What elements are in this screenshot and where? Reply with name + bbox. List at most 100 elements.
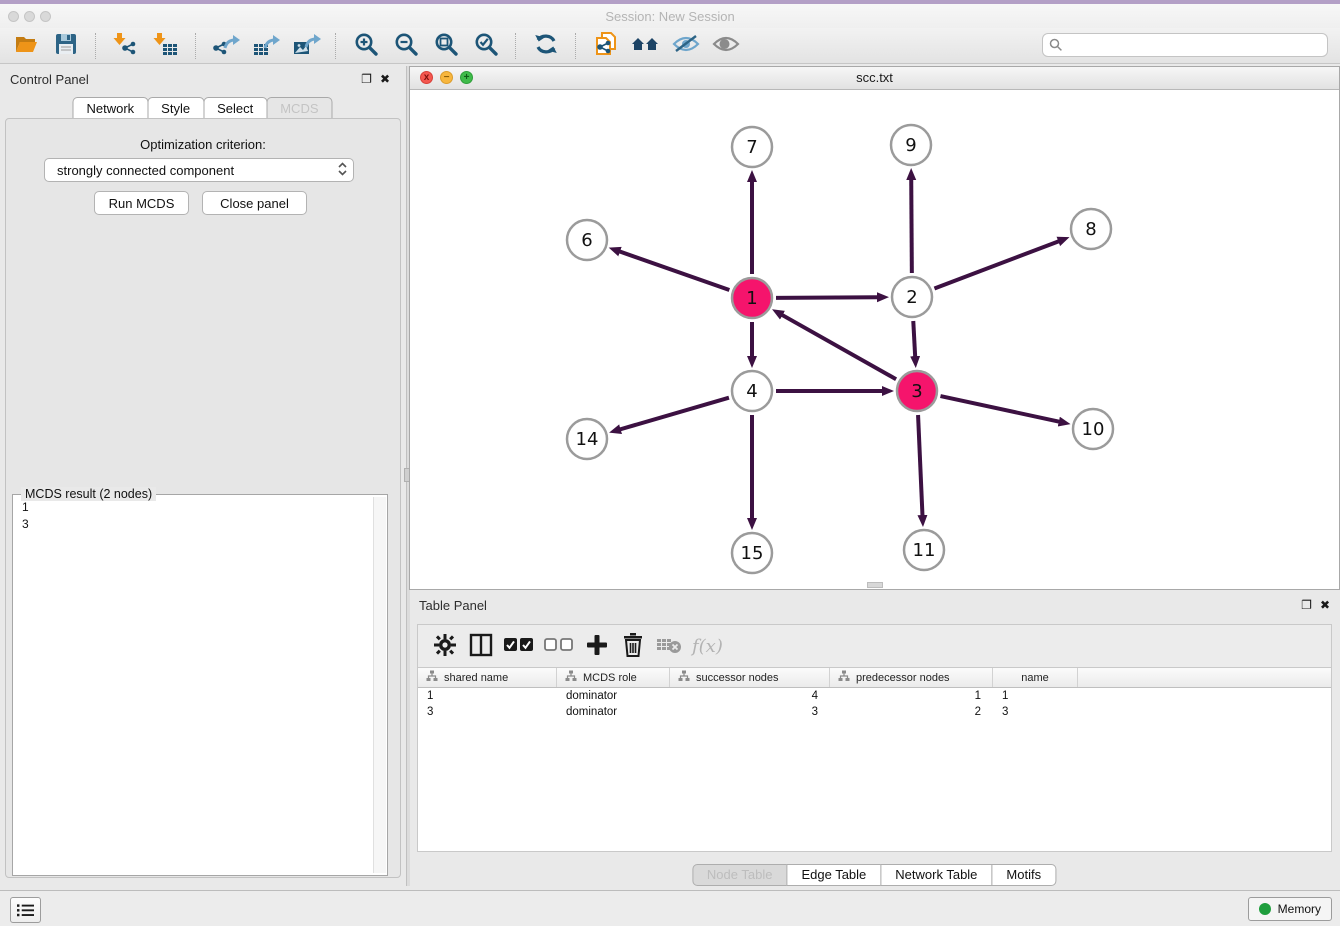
node-table: shared name MCDS rolesuccessor nodesprede… (417, 668, 1332, 852)
status-bar: Memory (0, 890, 1340, 926)
zoom-fit-button[interactable] (428, 31, 464, 61)
export-table-icon (251, 31, 281, 61)
graph-node-label: 14 (576, 429, 599, 450)
search-input[interactable] (1067, 37, 1327, 53)
add-column-button[interactable] (580, 629, 614, 663)
graph-edge-3-10[interactable] (940, 396, 1059, 422)
export-image-button[interactable] (288, 31, 324, 61)
graph-edge-1-2[interactable] (776, 297, 878, 298)
column-tree-icon (426, 670, 438, 685)
graph-node-10[interactable]: 10 (1073, 409, 1113, 449)
delete-column-button[interactable] (616, 629, 650, 663)
graph-edge-1-6[interactable] (619, 251, 729, 290)
mcds-result-text[interactable]: 13 (14, 497, 373, 873)
close-panel-button[interactable]: Close panel (202, 191, 307, 215)
tab-mcds[interactable]: MCDS (266, 97, 332, 120)
table-header-row: shared name MCDS rolesuccessor nodesprede… (418, 668, 1331, 688)
table-row[interactable]: 3dominator323 (418, 704, 1331, 720)
graph-node-7[interactable]: 7 (732, 127, 772, 167)
mcds-result-box: MCDS result (2 nodes) 13 (12, 494, 388, 876)
task-history-button[interactable] (10, 897, 41, 923)
mcds-result-scrollbar[interactable] (373, 497, 386, 873)
gear-icon (434, 634, 456, 659)
open-session-button[interactable] (8, 31, 44, 61)
graph-node-8[interactable]: 8 (1071, 209, 1111, 249)
table-panel: Table Panel ❐ ✖ f(x) shared name MCDS rol… (409, 590, 1340, 890)
graph-edge-2-3[interactable] (913, 321, 915, 357)
network-view-window: x − + scc.txt 7 9 6 8 1 2 4 3 14 10 15 11 (409, 66, 1340, 590)
control-panel-close-icon[interactable]: ✖ (380, 72, 390, 86)
toolbar-separator (195, 33, 197, 59)
table-panel-float-icon[interactable]: ❐ (1301, 598, 1312, 612)
list-icon (17, 903, 34, 918)
control-panel-float-icon[interactable]: ❐ (361, 72, 372, 86)
table-cell: 3 (993, 706, 1078, 718)
tab-motifs[interactable]: Motifs (991, 864, 1056, 886)
select-all-rows-button[interactable] (500, 629, 538, 663)
zoom-in-button[interactable] (348, 31, 384, 61)
tab-network[interactable]: Network (72, 97, 148, 120)
delete-table-button (652, 629, 686, 663)
export-network-button[interactable] (208, 31, 244, 61)
import-network-button[interactable] (108, 31, 144, 61)
graph-node-11[interactable]: 11 (904, 530, 944, 570)
graph-edge-4-14[interactable] (620, 398, 729, 430)
optimization-criterion-dropdown[interactable]: strongly connected component (44, 158, 354, 182)
graph-node-15[interactable]: 15 (732, 533, 772, 573)
dropdown-selected-value: strongly connected component (57, 163, 234, 178)
graph-node-14[interactable]: 14 (567, 419, 607, 459)
column-selector-button[interactable] (464, 629, 498, 663)
run-mcds-button[interactable]: Run MCDS (94, 191, 189, 215)
unchecked-boxes-icon (544, 638, 574, 655)
graph-edge-2-9[interactable] (911, 179, 912, 273)
folder-open-icon (13, 31, 39, 60)
graph-node-2[interactable]: 2 (892, 277, 932, 317)
network-canvas[interactable]: 7 9 6 8 1 2 4 3 14 10 15 11 (410, 89, 1339, 589)
first-neighbors-button[interactable] (628, 31, 664, 61)
column-header-name[interactable]: name (993, 668, 1078, 687)
tab-node-table[interactable]: Node Table (692, 864, 788, 886)
tab-select[interactable]: Select (203, 97, 267, 120)
column-header-successor-nodes[interactable]: successor nodes (670, 668, 830, 687)
table-panel-close-icon[interactable]: ✖ (1320, 598, 1330, 612)
import-table-button[interactable] (148, 31, 184, 61)
graph-node-6[interactable]: 6 (567, 220, 607, 260)
refresh-layout-button[interactable] (528, 31, 564, 61)
column-header-predecessor-nodes[interactable]: predecessor nodes (830, 668, 993, 687)
export-table-button[interactable] (248, 31, 284, 61)
column-header-shared-name[interactable]: shared name (418, 668, 557, 687)
clone-network-button[interactable] (588, 31, 624, 61)
network-window-titlebar[interactable]: x − + scc.txt (410, 67, 1339, 90)
table-row[interactable]: 1dominator411 (418, 688, 1331, 704)
graph-edge-3-11[interactable] (918, 415, 922, 516)
search-box[interactable] (1042, 33, 1328, 57)
zoom-out-button[interactable] (388, 31, 424, 61)
tab-network-table[interactable]: Network Table (880, 864, 992, 886)
hide-selected-button[interactable] (668, 31, 704, 61)
graph-edge-2-8[interactable] (934, 241, 1059, 288)
tab-edge-table[interactable]: Edge Table (786, 864, 881, 886)
table-settings-button[interactable] (428, 629, 462, 663)
graph-node-3[interactable]: 3 (897, 371, 937, 411)
graph-edge-3-1[interactable] (782, 315, 896, 380)
save-session-button[interactable] (48, 31, 84, 61)
table-panel-title: Table Panel (419, 598, 487, 613)
show-all-button[interactable] (708, 31, 744, 61)
table-toolbar: f(x) (417, 624, 1332, 668)
zoom-selected-button[interactable] (468, 31, 504, 61)
optimization-criterion-label: Optimization criterion: (0, 137, 406, 152)
graph-node-1[interactable]: 1 (732, 278, 772, 318)
column-header-MCDS-role[interactable]: MCDS role (557, 668, 670, 687)
graph-node-4[interactable]: 4 (732, 371, 772, 411)
canvas-resize-grip[interactable] (867, 582, 883, 588)
column-header-label: shared name (444, 672, 508, 684)
tab-style[interactable]: Style (147, 97, 204, 120)
table-body: 1dominator4113dominator323 (418, 688, 1331, 720)
fx-icon: f(x) (692, 636, 723, 657)
memory-button[interactable]: Memory (1248, 897, 1332, 921)
deselect-all-rows-button[interactable] (540, 629, 578, 663)
table-cell: 3 (670, 706, 830, 718)
window-titlebar: Session: New Session (0, 4, 1340, 28)
graph-node-9[interactable]: 9 (891, 125, 931, 165)
control-panel: Control Panel ❐ ✖ NetworkStyleSelectMCDS… (0, 66, 406, 886)
